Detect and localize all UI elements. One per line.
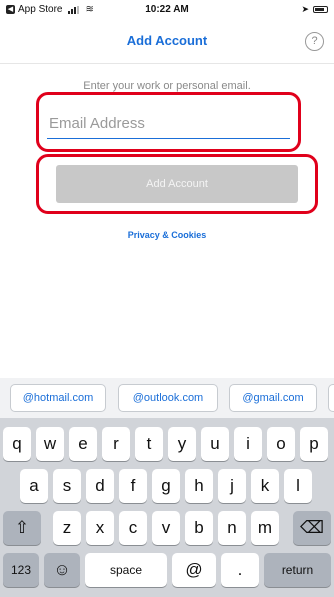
key-r[interactable]: r	[102, 427, 130, 461]
status-bar: ◀ App Store ≋ 10:22 AM ➤	[0, 0, 334, 22]
suggestion-hotmail[interactable]: @hotmail.com	[10, 384, 106, 412]
add-account-highlight-box: Add Account	[36, 154, 318, 214]
key-y[interactable]: y	[168, 427, 196, 461]
key-j[interactable]: j	[218, 469, 246, 503]
keyboard: q w e r t y u i o p a s d f g h j k l ⇧ …	[0, 418, 334, 597]
key-w[interactable]: w	[36, 427, 64, 461]
key-g[interactable]: g	[152, 469, 180, 503]
status-time: 10:22 AM	[145, 4, 189, 15]
key-i[interactable]: i	[234, 427, 262, 461]
numbers-key[interactable]: 123	[3, 553, 39, 587]
key-m[interactable]: m	[251, 511, 279, 545]
key-e[interactable]: e	[69, 427, 97, 461]
key-s[interactable]: s	[53, 469, 81, 503]
return-key[interactable]: return	[264, 553, 331, 587]
key-q[interactable]: q	[3, 427, 31, 461]
emoji-key[interactable]: ☺	[44, 553, 80, 587]
key-c[interactable]: c	[119, 511, 147, 545]
email-highlight-box	[36, 92, 301, 152]
key-d[interactable]: d	[86, 469, 114, 503]
key-x[interactable]: x	[86, 511, 114, 545]
privacy-cookies-link[interactable]: Privacy & Cookies	[0, 230, 334, 240]
instruction-text: Enter your work or personal email.	[83, 80, 251, 92]
page-title: Add Account	[126, 33, 208, 48]
key-p[interactable]: p	[300, 427, 328, 461]
suggestion-more[interactable]	[328, 384, 334, 412]
delete-key[interactable]: ⌫	[293, 511, 331, 545]
domain-suggestion-bar: @hotmail.com @outlook.com @gmail.com	[0, 378, 334, 418]
key-a[interactable]: a	[20, 469, 48, 503]
battery-icon	[313, 6, 328, 13]
dot-key[interactable]: .	[221, 553, 259, 587]
key-z[interactable]: z	[53, 511, 81, 545]
space-key[interactable]: space	[85, 553, 167, 587]
help-button[interactable]: ?	[305, 32, 324, 51]
suggestion-gmail[interactable]: @gmail.com	[229, 384, 317, 412]
key-l[interactable]: l	[284, 469, 312, 503]
add-account-button[interactable]: Add Account	[56, 165, 298, 203]
suggestion-outlook[interactable]: @outlook.com	[118, 384, 218, 412]
key-v[interactable]: v	[152, 511, 180, 545]
key-n[interactable]: n	[218, 511, 246, 545]
email-field[interactable]	[47, 109, 290, 139]
at-key[interactable]: @	[172, 553, 216, 587]
key-t[interactable]: t	[135, 427, 163, 461]
key-k[interactable]: k	[251, 469, 279, 503]
nav-bar: Add Account ?	[0, 24, 334, 64]
location-arrow-icon: ➤	[301, 4, 309, 14]
key-u[interactable]: u	[201, 427, 229, 461]
status-right: ➤	[301, 4, 328, 15]
shift-key[interactable]: ⇧	[3, 511, 41, 545]
key-f[interactable]: f	[119, 469, 147, 503]
key-h[interactable]: h	[185, 469, 213, 503]
key-b[interactable]: b	[185, 511, 213, 545]
key-o[interactable]: o	[267, 427, 295, 461]
